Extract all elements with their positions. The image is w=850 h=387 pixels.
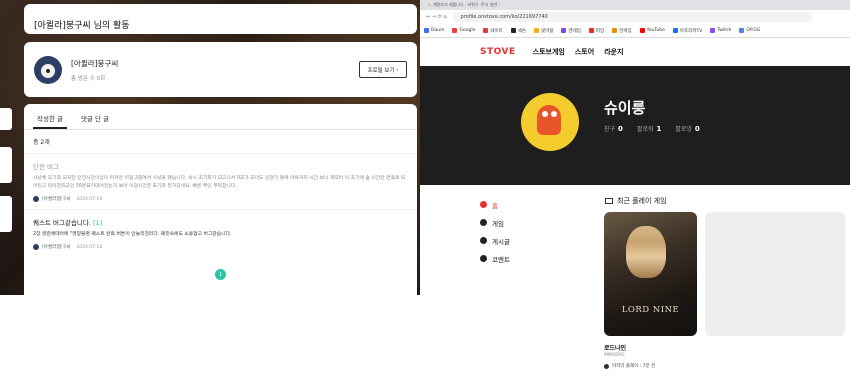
profile-name: [아퀼라]붕구씨 [71, 58, 119, 68]
profile-banner: 슈이룽 친구 0 팔로워 1 팔로잉 0 [420, 66, 850, 186]
view-profile-label: 프로필 보기 [367, 67, 395, 74]
comment-icon [480, 255, 487, 262]
game-logo: LORD NINE [621, 305, 680, 315]
visit-count: 총 방문 수 0회 [71, 75, 106, 82]
back-forward-reload-icon[interactable]: ← → ⟳ ⌂ [426, 14, 447, 20]
bookmark-opgg[interactable]: OP.GG [739, 28, 760, 33]
post-author: [아퀼라]붕구씨 [42, 197, 71, 202]
post-title[interactable]: 단전 버그 [33, 161, 408, 171]
tab-commented-posts[interactable]: 댓글 단 글 [77, 104, 113, 129]
bookmark-engame[interactable]: 엔게임 [561, 28, 581, 34]
profile-content: 홈 게임 게시글 코멘트 최근 플레이 게임 LORD NINE 로드나인 MM… [420, 185, 850, 387]
following-stat[interactable]: 팔로잉 0 [675, 124, 699, 133]
posts-card: 작성한 글 댓글 단 글 총 2개 단전 버그 사냥체 조기화 되지만 던전시간… [24, 104, 417, 295]
game-art [626, 226, 666, 278]
stove-logo[interactable]: STOVE [480, 47, 516, 57]
bookmark-google[interactable]: Google [452, 28, 475, 33]
menu-games[interactable]: 게임 [480, 215, 510, 230]
list-item[interactable]: 단전 버그 사냥체 조기화 되지만 던전시간이상이 터져만 이걸 2층에서 사냥… [24, 154, 417, 210]
view-profile-button[interactable]: 프로필 보기 › [359, 61, 407, 78]
document-icon [480, 237, 487, 244]
page-button-1[interactable]: 1 [215, 269, 226, 280]
bookmark-nexon[interactable]: 넥슨 [510, 28, 526, 34]
bookmark-nate[interactable]: 네이트 [483, 28, 503, 34]
post-body: 2장 골란에데아에 "영양불명 퀘스트 완료 버튼이 안눌리검리다. 패킷속에도… [33, 232, 232, 237]
monitor-icon [605, 198, 613, 204]
bookmark-afreecatv[interactable]: 아프리카TV [672, 28, 702, 34]
comment-count: [1] [92, 219, 103, 227]
bookmark-youtube[interactable]: YouTube [639, 28, 665, 33]
post-title[interactable]: 퀘스트 버그같습니다. [33, 219, 91, 227]
url-text: profile.onstove.com/ko/221697740 [460, 14, 548, 20]
game-name[interactable]: 로드나인 [604, 343, 626, 352]
menu-posts[interactable]: 게시글 [480, 233, 510, 248]
game-card-empty [705, 212, 845, 336]
page-title: [아퀼라]붕구씨 님의 활동 [34, 21, 130, 31]
tab-written-posts[interactable]: 작성한 글 [33, 104, 67, 129]
nav-stove-games[interactable]: 스토브게임 [533, 47, 565, 57]
address-bar-row: ← → ⟳ ⌂ profile.onstove.com/ko/221697740 [420, 10, 850, 24]
post-author: [아퀼라]붕구씨 [42, 245, 71, 250]
side-card [0, 147, 12, 183]
activity-header: [아퀼라]붕구씨 님의 활동 [24, 4, 417, 34]
stove-nav: STOVE 스토브게임 스토어 라운지 [420, 38, 850, 66]
author-avatar [33, 244, 39, 250]
menu-home[interactable]: 홈 [480, 197, 510, 212]
user-name: 슈이룽 [604, 99, 646, 117]
post-body: 사냥체 조기화 되지만 던전시간이상이 터져만 이걸 2층에서 사냥을 했습니다… [33, 176, 406, 189]
community-panel: [아퀼라]붕구씨 님의 활동 [아퀼라]붕구씨 총 방문 수 0회 프로필 보기… [0, 0, 420, 387]
bookmark-hangame[interactable]: 한게임 [612, 28, 632, 34]
avatar [521, 93, 579, 151]
browser-tab-strip[interactable]: ㄴ 계정보기 제품나나 · 바퀴구 ·주식 일반 : [420, 0, 850, 10]
profile-card: [아퀼라]붕구씨 총 방문 수 0회 프로필 보기 › [24, 42, 417, 97]
clock-icon [604, 363, 609, 369]
bookmark-daum[interactable]: Daum [424, 28, 444, 33]
avatar [34, 55, 62, 84]
side-card [0, 108, 12, 130]
post-date: 2024.07.19 [76, 196, 103, 202]
friends-stat[interactable]: 친구 0 [604, 124, 623, 133]
side-card [0, 196, 12, 232]
profile-menu: 홈 게임 게시글 코멘트 [480, 197, 510, 269]
bookmark-pmang[interactable]: 피망 [588, 28, 604, 34]
game-genre: MMORPG [604, 353, 625, 358]
chevron-right-icon: › [394, 66, 399, 73]
bookmark-twitch[interactable]: Twitch [710, 28, 731, 33]
game-card-lordnine[interactable]: LORD NINE [604, 212, 697, 336]
followers-stat[interactable]: 팔로워 1 [637, 124, 661, 133]
bookmarks-bar: Daum Google 네이트 넥슨 넷마블 엔게임 피망 한게임 YouTub… [420, 24, 850, 38]
person-icon [480, 201, 487, 208]
follow-stats: 친구 0 팔로워 1 팔로잉 0 [604, 124, 714, 133]
total-count: 총 2개 [24, 130, 417, 154]
menu-comments[interactable]: 코멘트 [480, 251, 510, 266]
bookmark-netmarble[interactable]: 넷마블 [534, 28, 553, 34]
list-item[interactable]: 퀘스트 버그같습니다. [1] 2장 골란에데아에 "영양불명 퀘스트 완료 버튼… [24, 210, 417, 257]
post-date: 2024.07.18 [76, 244, 103, 250]
author-avatar [33, 196, 39, 202]
url-field[interactable]: profile.onstove.com/ko/221697740 [452, 12, 813, 22]
nav-lounge[interactable]: 라운지 [604, 47, 623, 57]
gamepad-icon [480, 219, 487, 226]
last-played: 마지막 플레이 : 7분 전 [604, 363, 655, 369]
stove-browser: ㄴ 계정보기 제품나나 · 바퀴구 ·주식 일반 : ← → ⟳ ⌂ profi… [420, 0, 850, 387]
recent-games-title: 최근 플레이 게임 [605, 196, 667, 206]
blank-area [0, 295, 420, 387]
nav-store[interactable]: 스토어 [575, 47, 594, 57]
